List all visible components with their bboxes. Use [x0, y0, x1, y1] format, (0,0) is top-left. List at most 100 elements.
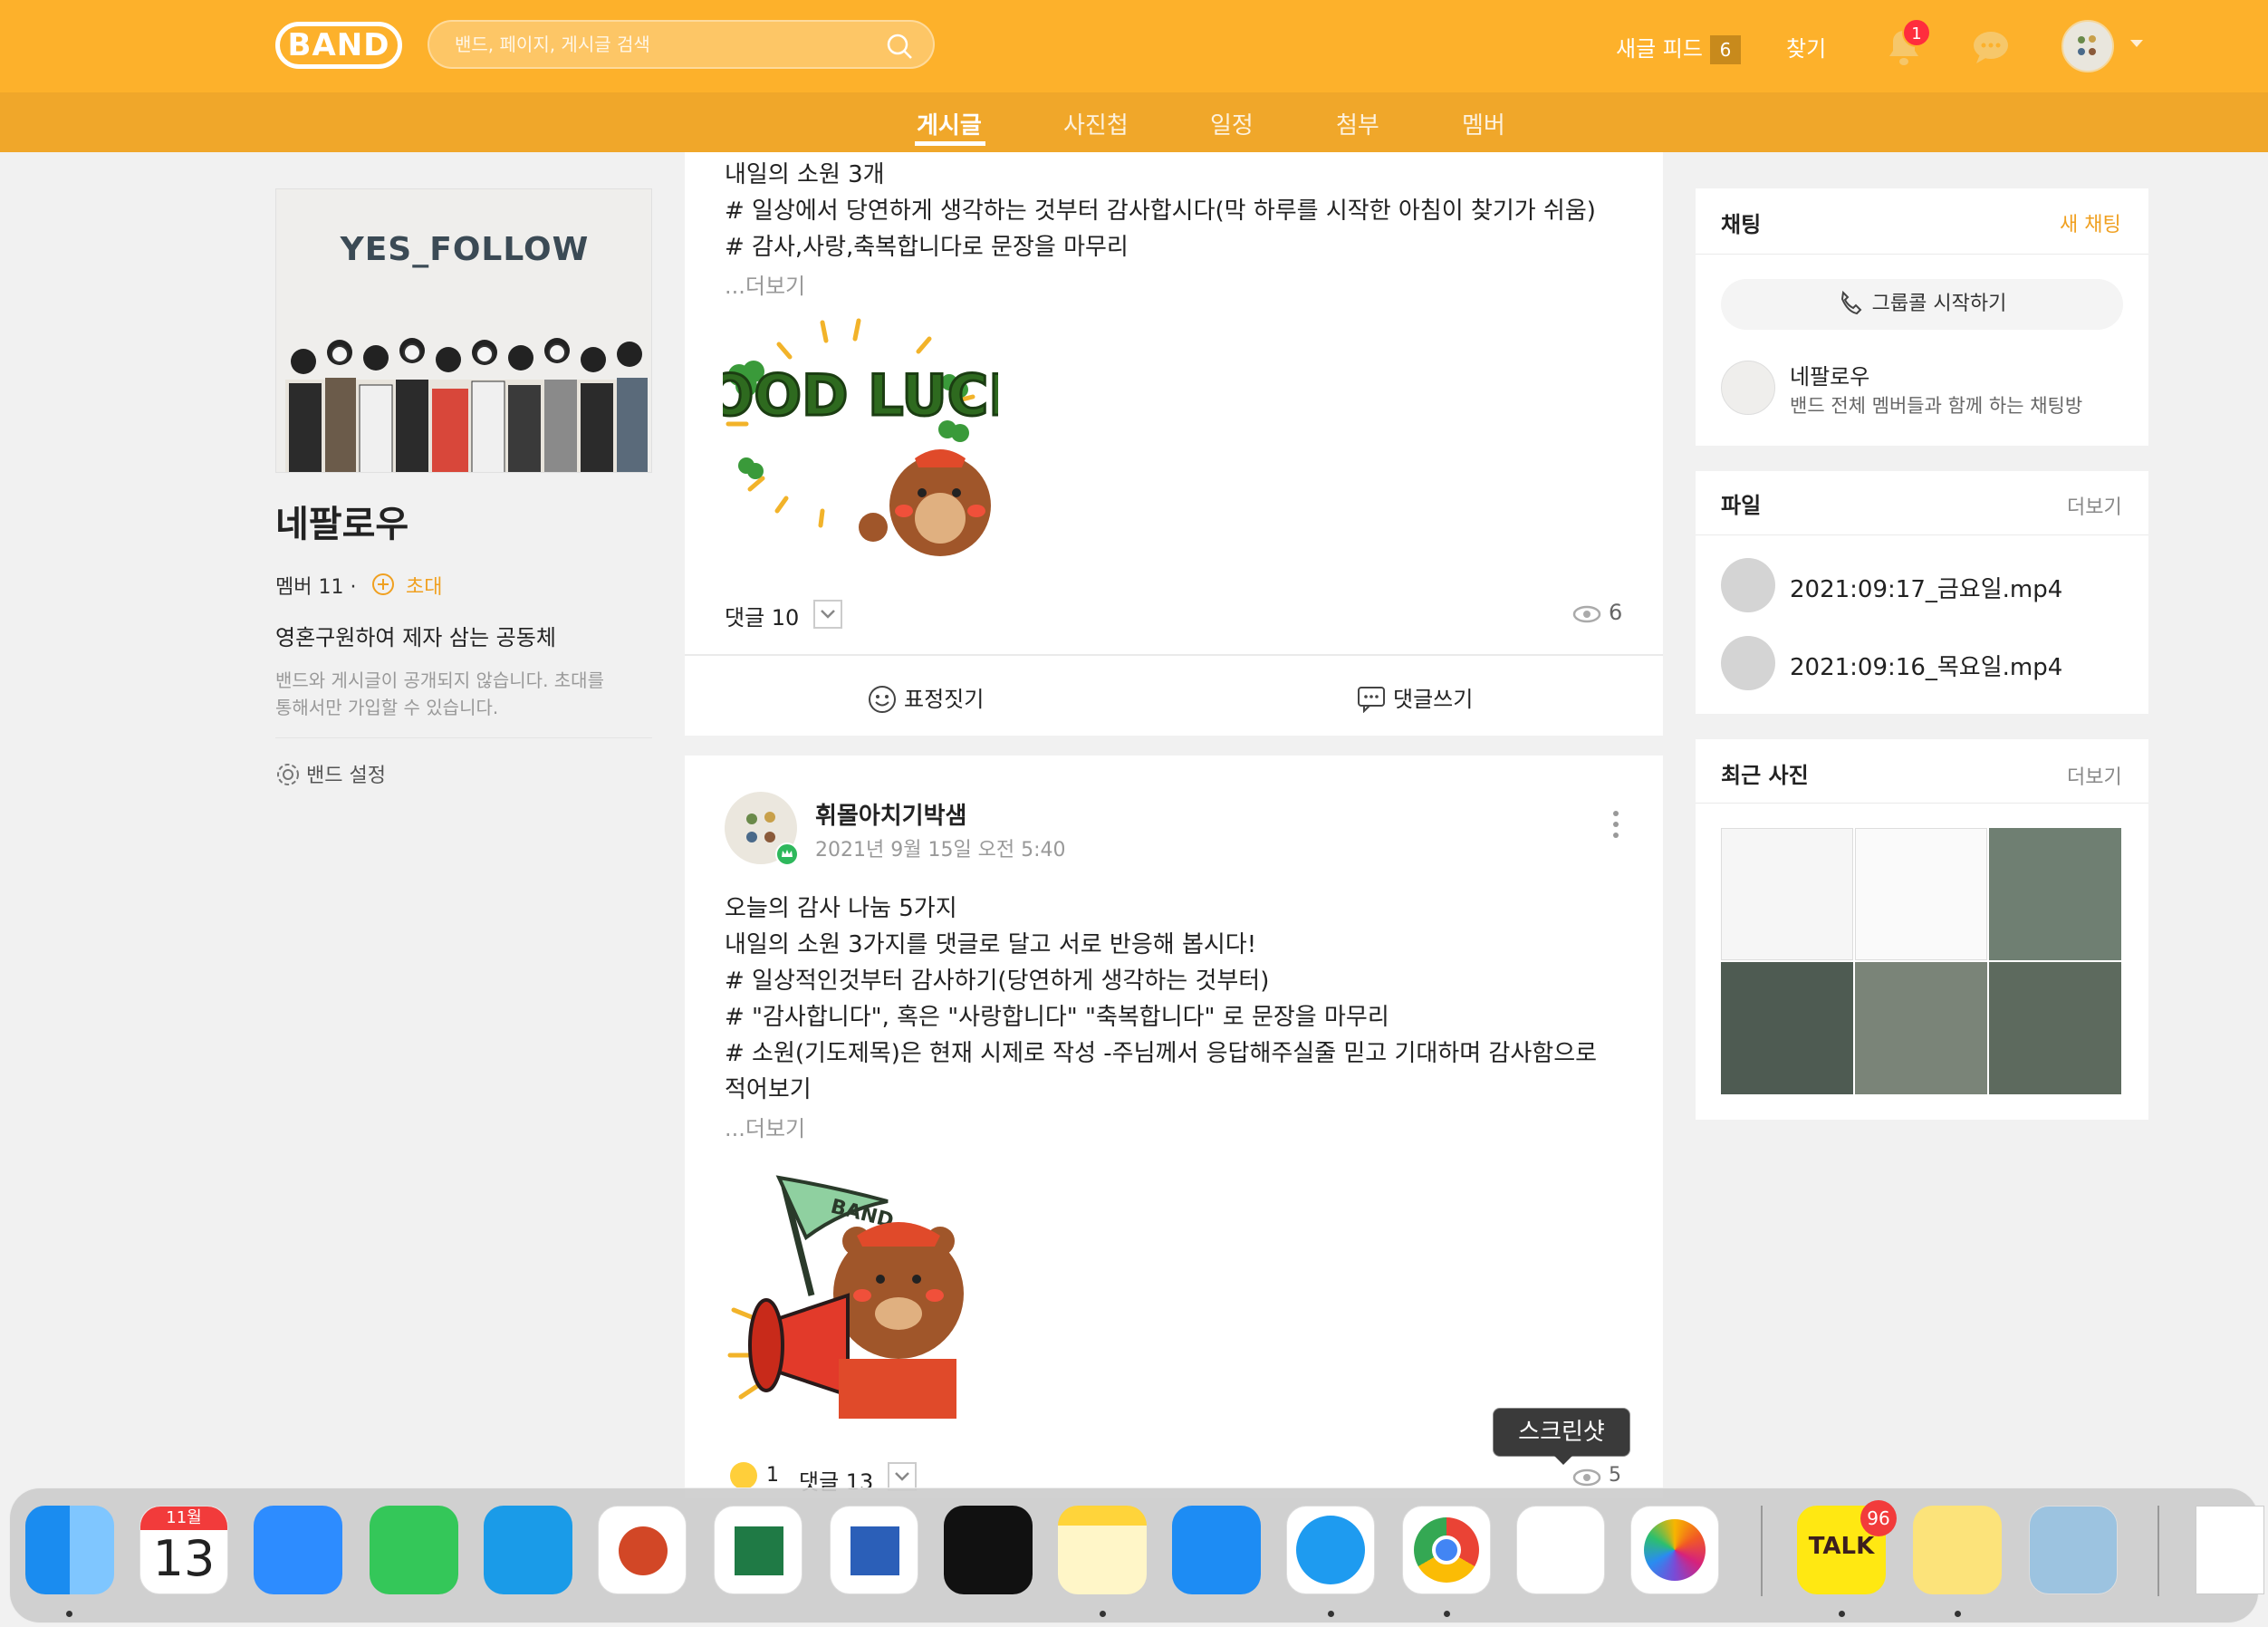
chat-widget-title: 채팅 — [1721, 212, 1762, 237]
find-link[interactable]: 찾기 — [1786, 31, 1826, 63]
screenshot-icon[interactable] — [1516, 1506, 1605, 1594]
powerpoint-logo-icon — [619, 1526, 668, 1575]
band-cover-title: YES_FOLLOW — [340, 231, 590, 268]
new-feed-link[interactable]: 새글 피드 6 — [1616, 31, 1741, 64]
comment-count[interactable]: 댓글 10 — [725, 600, 799, 631]
photo-thumbnail[interactable] — [1721, 828, 1853, 960]
chrome-center-icon — [1432, 1536, 1461, 1564]
band-settings-link[interactable]: 밴드 설정 — [275, 759, 386, 788]
active-tab-indicator — [915, 141, 985, 146]
files-widget-title: 파일 — [1721, 493, 1762, 518]
chrome-icon[interactable] — [1402, 1506, 1491, 1594]
post-text-line: # 소원(기도제목)은 현재 시제로 작성 -주님께서 응답해주실줄 믿고 기대… — [725, 1040, 1598, 1067]
chat-room-description: 밴드 전체 멤버들과 함께 하는 채팅방 — [1790, 395, 2083, 417]
post-text-line: # 감사,사랑,축복합니다로 문장을 마무리 — [725, 234, 1129, 261]
write-comment-button[interactable]: 댓글쓰기 — [1357, 681, 1474, 714]
profile-menu-caret-icon[interactable] — [2130, 40, 2143, 47]
chat-bubble-icon[interactable] — [1971, 29, 2011, 65]
read-more-link[interactable]: ...더보기 — [725, 1111, 805, 1142]
search-input[interactable] — [453, 31, 870, 58]
tab-posts[interactable]: 게시글 — [917, 107, 982, 140]
preview-icon[interactable] — [2029, 1506, 2118, 1594]
chevron-down-icon[interactable] — [813, 600, 842, 629]
hangul-icon[interactable] — [484, 1506, 572, 1594]
group-call-label: 그룹콜 시작하기 — [1871, 293, 2007, 315]
post-author[interactable]: 휘몰아치기박샘 — [815, 797, 966, 831]
more-options-icon[interactable] — [1610, 808, 1621, 841]
read-more-link[interactable]: ...더보기 — [725, 268, 805, 300]
photo-thumbnail[interactable] — [1721, 962, 1853, 1094]
file-link[interactable]: 2021:09:16_목요일.mp4 — [1790, 649, 2062, 682]
calendar-month: 11월 — [140, 1507, 227, 1530]
group-illustration-icon — [285, 338, 648, 472]
view-count: 6 — [1609, 600, 1623, 625]
search-box[interactable] — [428, 20, 935, 69]
tab-schedule[interactable]: 일정 — [1210, 107, 1254, 140]
band-tab-bar: 게시글 사진첩 일정 첨부 멤버 — [0, 92, 2268, 152]
file-icon — [1721, 636, 1775, 690]
emoji-reaction-icon[interactable] — [730, 1462, 757, 1489]
photo-thumbnail[interactable] — [1989, 828, 2121, 960]
zoom-icon[interactable] — [254, 1506, 342, 1594]
files-more-link[interactable]: 더보기 — [2067, 491, 2122, 520]
new-chat-link[interactable]: 새 채팅 — [2060, 208, 2121, 237]
excel-icon[interactable] — [714, 1506, 802, 1594]
plus-circle-icon[interactable] — [371, 573, 395, 596]
facetime-icon[interactable] — [370, 1506, 458, 1594]
chat-room-name[interactable]: 네팔로우 — [1790, 359, 1869, 390]
new-feed-label: 새글 피드 — [1616, 36, 1703, 62]
tab-attachments[interactable]: 첨부 — [1336, 107, 1379, 140]
group-call-button[interactable]: 그룹콜 시작하기 — [1721, 279, 2123, 330]
word-icon[interactable] — [830, 1506, 918, 1594]
band-bear-sticker[interactable]: BAND — [721, 1160, 1002, 1419]
tab-photos[interactable]: 사진첩 — [1063, 107, 1129, 140]
photo-thumbnail[interactable] — [1855, 962, 1987, 1094]
post-date: 2021년 9월 15일 오전 5:40 — [815, 839, 1066, 862]
stickies-icon[interactable] — [1913, 1506, 2002, 1594]
photos-more-link[interactable]: 더보기 — [2067, 761, 2122, 790]
photos-flower-icon — [1644, 1519, 1706, 1581]
band-cover-image[interactable]: YES_FOLLOW — [275, 188, 652, 473]
notes-icon[interactable] — [1058, 1506, 1147, 1594]
react-button[interactable]: 표정짓기 — [868, 681, 984, 714]
chat-room-avatar[interactable] — [1721, 361, 1775, 415]
band-privacy-line: 밴드와 게시글이 공개되지 않습니다. 초대를 — [275, 669, 604, 691]
avatar-figures-icon — [2078, 35, 2096, 55]
voice-memos-icon[interactable] — [944, 1506, 1033, 1594]
reaction-count[interactable]: 1 — [766, 1464, 779, 1487]
react-label: 표정짓기 — [904, 687, 985, 712]
member-count[interactable]: 멤버 11 · — [275, 571, 356, 600]
search-icon[interactable] — [886, 33, 913, 60]
good-luck-sticker[interactable]: GOOD LUCK — [723, 317, 998, 558]
phone-icon — [1840, 290, 1862, 315]
file-link[interactable]: 2021:09:17_금요일.mp4 — [1790, 571, 2062, 604]
safari-icon[interactable] — [1286, 1506, 1375, 1594]
view-count: 5 — [1609, 1464, 1621, 1487]
running-indicator — [1444, 1611, 1450, 1617]
dock-separator — [1761, 1506, 1763, 1596]
write-comment-label: 댓글쓰기 — [1393, 687, 1474, 712]
powerpoint-icon[interactable] — [598, 1506, 687, 1594]
spreadsheet-document-icon[interactable] — [2196, 1506, 2264, 1594]
invite-link[interactable]: 초대 — [406, 571, 442, 600]
divider — [275, 737, 652, 738]
running-indicator — [66, 1611, 72, 1617]
photos-icon[interactable] — [1630, 1506, 1719, 1594]
band-logo[interactable]: BAND — [275, 22, 402, 69]
photo-thumbnail[interactable] — [1989, 962, 2121, 1094]
running-indicator — [1100, 1611, 1106, 1617]
profile-avatar[interactable] — [2061, 20, 2114, 72]
band-description: 영혼구원하여 제자 삼는 공동체 — [275, 625, 556, 650]
tab-members[interactable]: 멤버 — [1462, 107, 1505, 140]
post-text-line: 적어보기 — [725, 1076, 812, 1103]
photo-thumbnail[interactable] — [1855, 828, 1987, 960]
kakaotalk-badge: 96 — [1860, 1500, 1897, 1536]
post-text-line: # "감사합니다", 혹은 "사랑합니다" "축복합니다" 로 문장을 마무리 — [725, 1004, 1389, 1031]
mail-icon[interactable] — [1172, 1506, 1261, 1594]
new-feed-count: 6 — [1709, 35, 1741, 64]
calendar-icon[interactable]: 11월 13 — [139, 1506, 228, 1594]
divider — [685, 654, 1663, 656]
tooltip-arrow — [1554, 1456, 1572, 1465]
finder-icon[interactable] — [25, 1506, 114, 1594]
divider — [1696, 803, 2148, 804]
